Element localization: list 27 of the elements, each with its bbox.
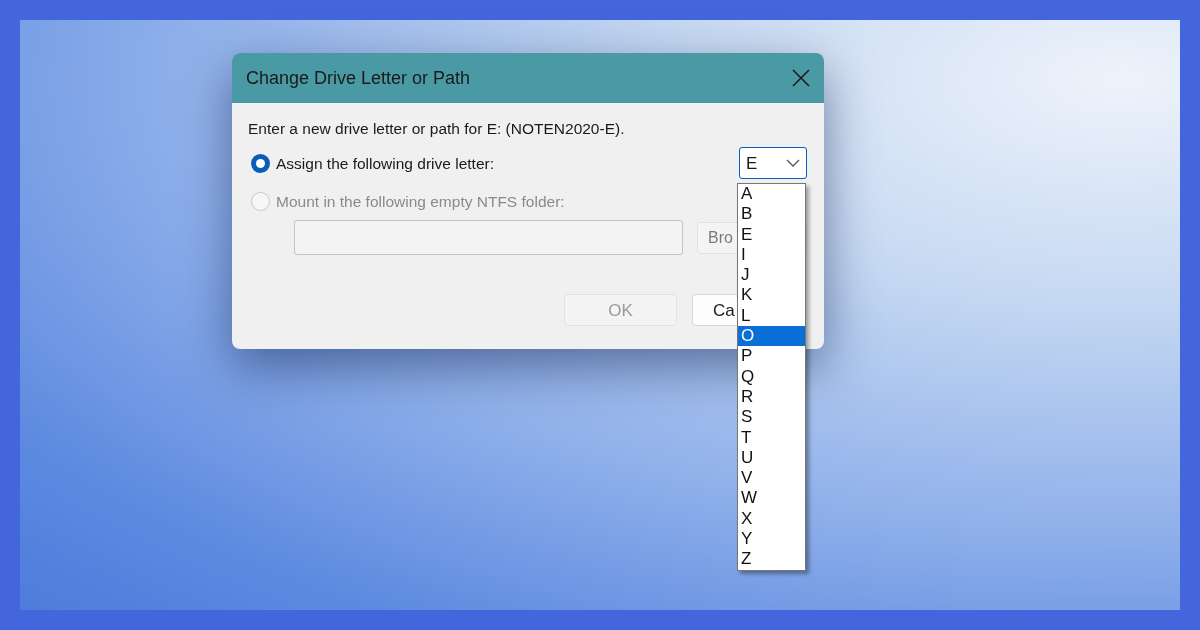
- radio-label: Assign the following drive letter:: [276, 153, 494, 174]
- dropdown-option[interactable]: B: [738, 204, 805, 225]
- dropdown-option[interactable]: P: [738, 346, 805, 367]
- drive-letter-dropdown[interactable]: E: [739, 147, 807, 180]
- dropdown-option[interactable]: T: [738, 427, 805, 448]
- dropdown-option[interactable]: Z: [738, 549, 805, 570]
- dropdown-option[interactable]: X: [738, 508, 805, 530]
- dropdown-option[interactable]: W: [738, 488, 805, 509]
- dropdown-option[interactable]: A: [738, 184, 805, 205]
- radio-button[interactable]: [251, 153, 270, 173]
- dropdown-option[interactable]: S: [738, 407, 805, 428]
- dropdown-option[interactable]: K: [738, 285, 805, 306]
- prompt-text: Enter a new drive letter or path for E: (NOTEN2020-E).: [248, 119, 626, 139]
- dropdown-option[interactable]: I: [738, 244, 805, 266]
- window-title: Change Drive Letter or Path: [246, 66, 471, 90]
- dropdown-option[interactable]: Y: [738, 529, 805, 550]
- dropdown-option[interactable]: U: [738, 447, 805, 469]
- dropdown-option[interactable]: L: [738, 305, 805, 327]
- dropdown-option[interactable]: Q: [738, 366, 805, 387]
- dropdown-option[interactable]: V: [738, 468, 805, 489]
- dropdown-option[interactable]: O: [738, 326, 805, 347]
- dropdown-option[interactable]: J: [738, 265, 805, 286]
- chevron-icon: [786, 158, 800, 169]
- radio-label: Mount in the following empty NTFS folder:: [276, 191, 565, 212]
- dropdown-option[interactable]: R: [738, 386, 805, 408]
- dropdown-option[interactable]: E: [738, 224, 805, 245]
- close-icon[interactable]: [792, 69, 810, 87]
